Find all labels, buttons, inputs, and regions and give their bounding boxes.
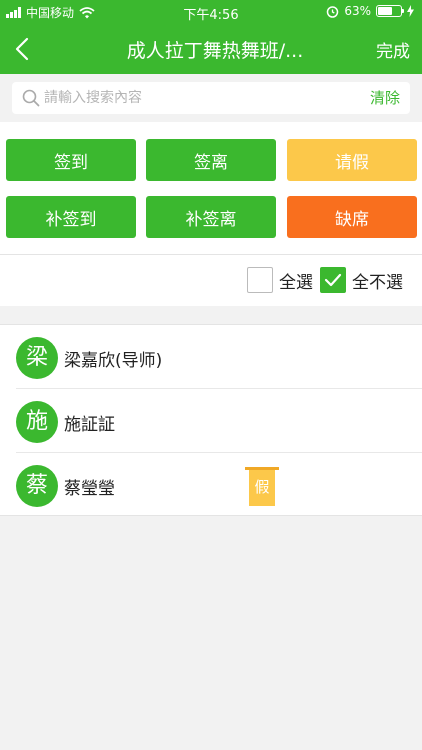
leave-badge: 假 (245, 467, 279, 507)
charging-icon (407, 5, 414, 17)
select-all-label: 全選 (279, 272, 313, 293)
list-item[interactable]: 施 施証証 (16, 389, 422, 453)
search-icon (22, 89, 40, 107)
student-name: 蔡瑩瑩 (64, 479, 115, 499)
back-icon[interactable] (12, 35, 34, 63)
select-all-checkbox[interactable] (247, 267, 273, 293)
select-none-label: 全不選 (352, 272, 403, 293)
check-in-button[interactable]: 签到 (6, 139, 136, 181)
nav-bar: 成人拉丁舞热舞班/... 完成 (0, 24, 422, 74)
alarm-icon (327, 5, 339, 18)
make-up-check-out-button[interactable]: 补签离 (146, 196, 276, 238)
avatar: 施 (16, 401, 58, 443)
student-list: 梁 梁嘉欣(导师) 施 施証証 蔡 蔡瑩瑩 假 (0, 324, 422, 516)
header: 中国移动 下午4:56 63% 成人拉丁舞热舞班/... 完成 (0, 0, 422, 74)
student-name: 施証証 (64, 415, 115, 435)
absent-button[interactable]: 缺席 (287, 196, 417, 238)
battery-icon (376, 5, 404, 17)
search-box: 清除 (12, 82, 410, 114)
leave-button[interactable]: 请假 (287, 139, 417, 181)
select-all-option[interactable]: 全選 (247, 267, 313, 293)
student-name: 梁嘉欣(导师) (64, 351, 163, 371)
search-input[interactable] (44, 82, 344, 114)
list-item[interactable]: 梁 梁嘉欣(导师) (16, 325, 422, 389)
clear-button[interactable]: 清除 (370, 87, 400, 108)
battery-percent: 63% (344, 4, 371, 18)
make-up-check-in-button[interactable]: 补签到 (6, 196, 136, 238)
attendance-actions: 签到 签离 请假 补签到 补签离 缺席 (0, 122, 422, 254)
search-bar: 清除 (0, 74, 422, 122)
check-out-button[interactable]: 签离 (146, 139, 276, 181)
done-button[interactable]: 完成 (376, 37, 410, 62)
avatar: 蔡 (16, 465, 58, 507)
page-title: 成人拉丁舞热舞班/... (126, 40, 304, 62)
check-icon (324, 273, 342, 287)
select-none-option[interactable]: 全不選 (320, 267, 403, 293)
list-item[interactable]: 蔡 蔡瑩瑩 假 (16, 453, 422, 517)
selection-row: 全選 全不選 (0, 254, 422, 306)
status-bar: 中国移动 下午4:56 63% (0, 0, 422, 24)
avatar: 梁 (16, 337, 58, 379)
select-none-checkbox[interactable] (320, 267, 346, 293)
leave-badge-label: 假 (249, 470, 275, 506)
